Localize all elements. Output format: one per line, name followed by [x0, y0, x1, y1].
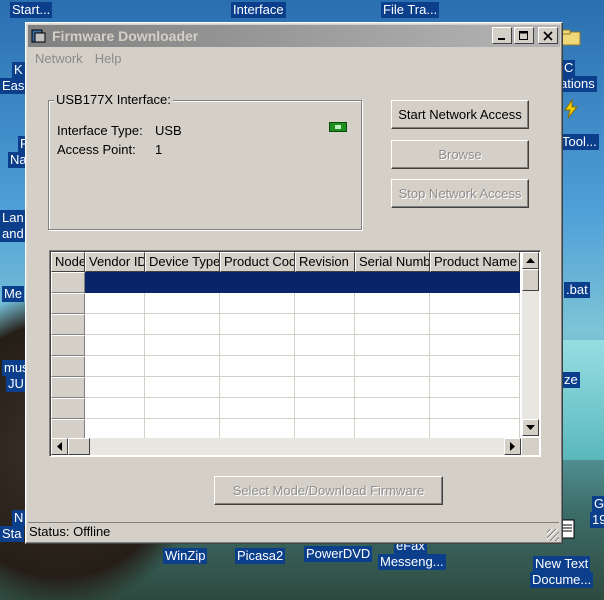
arrow-down-icon: [526, 424, 535, 430]
desktop-icon-interface-label[interactable]: Interface: [231, 2, 286, 18]
arrow-up-icon: [526, 257, 535, 263]
table-row[interactable]: [51, 377, 520, 398]
column-product-name[interactable]: Product Name: [430, 252, 520, 272]
close-button[interactable]: [538, 27, 558, 44]
arrow-right-icon: [509, 442, 515, 451]
scroll-down-button[interactable]: [522, 419, 539, 436]
desktop-icon-19-label[interactable]: 19: [590, 512, 604, 528]
connection-status-icon: [329, 122, 347, 132]
horizontal-scrollbar[interactable]: [51, 438, 521, 455]
stop-network-access-button[interactable]: Stop Network Access: [391, 179, 529, 208]
window-title: Firmware Downloader: [52, 28, 199, 44]
start-network-access-button[interactable]: Start Network Access: [391, 100, 529, 129]
table-row[interactable]: [51, 419, 520, 440]
interface-type-label: Interface Type:: [57, 123, 143, 138]
title-bar[interactable]: Firmware Downloader: [28, 25, 560, 47]
interface-type-value: USB: [155, 123, 182, 138]
desktop-icon-med-label[interactable]: Me: [2, 286, 25, 302]
group-title: USB177X Interface:: [54, 92, 173, 107]
vertical-scrollbar[interactable]: [522, 252, 539, 436]
resize-grip[interactable]: [547, 529, 559, 541]
firmware-downloader-window: Firmware Downloader Network Help USB177X…: [25, 22, 563, 544]
maximize-button[interactable]: [514, 27, 534, 44]
desktop-icon-bat-label[interactable]: .bat: [564, 282, 590, 298]
lightning-icon[interactable]: [560, 98, 582, 120]
vertical-scroll-thumb[interactable]: [522, 269, 539, 291]
desktop-icon-sta-label[interactable]: Sta: [0, 526, 24, 542]
select-mode-download-firmware-button[interactable]: Select Mode/Download Firmware: [214, 476, 443, 505]
desktop-icon-powerdvd-label[interactable]: PowerDVD: [304, 546, 373, 562]
device-list[interactable]: Node Vendor ID Device Type Product Code …: [49, 250, 541, 457]
desktop-icon-c-label[interactable]: C: [562, 60, 576, 76]
desktop-icon-newtext-label-2[interactable]: Docume...: [530, 572, 594, 588]
menu-bar: Network Help: [29, 49, 127, 69]
horizontal-scroll-thumb[interactable]: [68, 438, 90, 455]
device-list-body: [51, 272, 520, 440]
column-revision[interactable]: Revision: [295, 252, 355, 272]
usb-interface-group: USB177X Interface: Interface Type: USB A…: [48, 92, 362, 230]
minimize-icon: [498, 37, 505, 40]
desktop-icon-ju-label[interactable]: JU: [6, 376, 26, 392]
desktop-icon-and-label[interactable]: and: [0, 226, 26, 242]
desktop-icon-winzip-label[interactable]: WinZip: [163, 548, 208, 564]
minimize-button[interactable]: [492, 27, 512, 44]
desktop-icon-n-label[interactable]: N: [12, 510, 26, 526]
desktop-icon-tool-label[interactable]: Tool...: [560, 134, 599, 150]
desktop-icon-start-label[interactable]: Start...: [10, 2, 53, 18]
table-row[interactable]: [51, 356, 520, 377]
desktop-icon-picasa-label[interactable]: Picasa2: [235, 548, 286, 564]
table-row[interactable]: [51, 293, 520, 314]
device-list-header: Node Vendor ID Device Type Product Code …: [51, 252, 520, 272]
column-vendor-id[interactable]: Vendor ID: [85, 252, 145, 272]
desktop-icon-ations-label[interactable]: ations: [558, 76, 597, 92]
menu-network[interactable]: Network: [29, 49, 89, 69]
access-point-label: Access Point:: [57, 142, 136, 157]
table-row[interactable]: [51, 335, 520, 356]
desktop-icon-eas-label[interactable]: Eas: [0, 78, 27, 94]
browse-button[interactable]: Browse: [391, 140, 529, 169]
table-row[interactable]: [51, 398, 520, 419]
column-device-type[interactable]: Device Type: [145, 252, 220, 272]
scrollbar-corner: [522, 438, 539, 455]
desktop-icon-k-label[interactable]: K: [12, 62, 25, 78]
status-text: Status: Offline: [29, 524, 111, 539]
desktop-icon-ze-label[interactable]: ze: [562, 372, 580, 388]
desktop-icon-messenger-label[interactable]: Messeng...: [378, 554, 446, 570]
desktop-icon-g-label[interactable]: G: [592, 496, 604, 512]
arrow-left-icon: [56, 442, 62, 451]
table-row[interactable]: [51, 314, 520, 335]
access-point-value: 1: [155, 142, 163, 157]
folder-icon[interactable]: [560, 26, 582, 48]
scroll-right-button[interactable]: [504, 438, 521, 455]
column-serial-number[interactable]: Serial Number: [355, 252, 430, 272]
status-bar: Status: Offline: [28, 522, 559, 541]
scroll-left-button[interactable]: [51, 438, 68, 455]
column-product-code[interactable]: Product Code: [220, 252, 295, 272]
desktop-icon-newtext-label[interactable]: New Text: [533, 556, 591, 572]
desktop-icon-lan-label[interactable]: Lan: [0, 210, 26, 226]
app-icon[interactable]: [31, 28, 47, 44]
menu-help[interactable]: Help: [89, 49, 128, 69]
scroll-up-button[interactable]: [522, 252, 539, 269]
close-icon: [543, 30, 553, 41]
column-node[interactable]: Node: [51, 252, 85, 272]
maximize-icon: [519, 30, 528, 40]
desktop-icon-file-transfer-label[interactable]: File Tra...: [381, 2, 440, 18]
table-row-selected[interactable]: [51, 272, 520, 293]
